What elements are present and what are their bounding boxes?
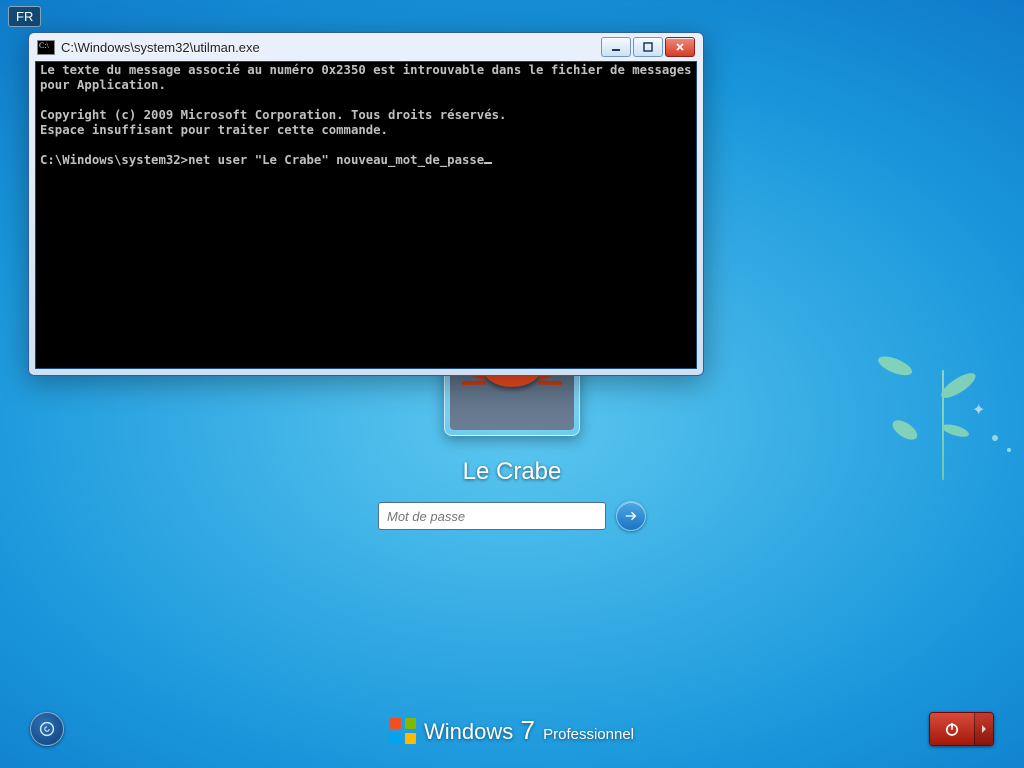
- window-title: C:\Windows\system32\utilman.exe: [61, 40, 595, 55]
- ease-of-access-button[interactable]: [30, 712, 64, 746]
- cmd-icon: [37, 40, 55, 55]
- background-flourish: ✦: [942, 370, 944, 480]
- shutdown-button-group: [929, 712, 994, 746]
- power-icon: [943, 720, 961, 738]
- close-button[interactable]: [665, 37, 695, 57]
- submit-button[interactable]: [616, 501, 646, 531]
- chevron-right-icon: [979, 724, 989, 734]
- windows-logo-icon: [390, 718, 416, 744]
- shutdown-options-button[interactable]: [974, 713, 993, 745]
- minimize-icon: [611, 42, 621, 52]
- minimize-button[interactable]: [601, 37, 631, 57]
- windows-branding: Windows 7 Professionnel: [390, 715, 634, 746]
- command-prompt-window[interactable]: C:\Windows\system32\utilman.exe Le texte…: [28, 32, 704, 376]
- maximize-icon: [643, 42, 653, 52]
- console-output[interactable]: Le texte du message associé au numéro 0x…: [35, 61, 697, 369]
- shutdown-button[interactable]: [930, 713, 974, 745]
- language-badge[interactable]: FR: [8, 6, 41, 27]
- password-input[interactable]: [378, 502, 606, 530]
- login-screen: ✦ FR Le Crabe Windows 7 P: [0, 0, 1024, 768]
- titlebar[interactable]: C:\Windows\system32\utilman.exe: [35, 33, 697, 61]
- maximize-button[interactable]: [633, 37, 663, 57]
- close-icon: [675, 42, 685, 52]
- ease-of-access-icon: [38, 720, 56, 738]
- arrow-right-icon: [623, 508, 639, 524]
- username-label: Le Crabe: [463, 458, 562, 486]
